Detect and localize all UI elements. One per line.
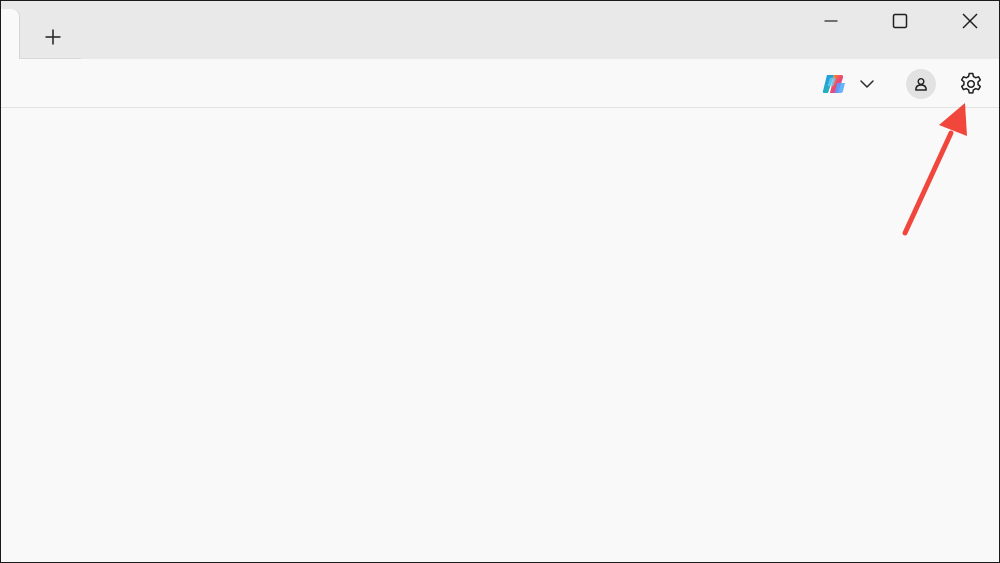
- chevron-down-icon: [860, 80, 874, 88]
- minimize-button[interactable]: [811, 5, 851, 37]
- browser-toolbar: [1, 59, 999, 108]
- copilot-icon: [822, 75, 845, 93]
- minimize-icon: [824, 20, 838, 22]
- copilot-button[interactable]: [821, 71, 847, 97]
- profile-icon: [915, 78, 927, 91]
- close-icon: [962, 13, 978, 29]
- maximize-icon: [892, 13, 908, 29]
- maximize-button[interactable]: [880, 5, 920, 37]
- close-button[interactable]: [950, 5, 990, 37]
- new-tab-button[interactable]: [37, 23, 69, 51]
- browser-window: [0, 0, 1000, 563]
- gear-icon: [960, 72, 982, 94]
- annotation-arrow: [902, 103, 967, 236]
- browser-tab[interactable]: [1, 9, 20, 59]
- plus-icon: [45, 29, 61, 45]
- copilot-dropdown-button[interactable]: [857, 74, 877, 94]
- page-content: [1, 108, 999, 562]
- settings-button[interactable]: [958, 71, 984, 97]
- profile-button[interactable]: [906, 69, 936, 99]
- title-bar: [1, 1, 999, 59]
